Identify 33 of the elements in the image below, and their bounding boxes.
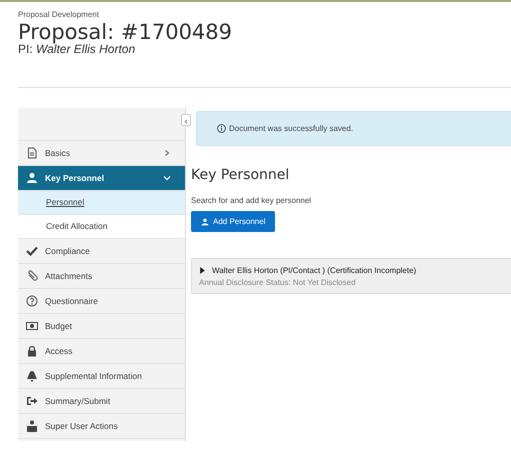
document-icon	[26, 147, 38, 160]
pi-line: PI: Walter Ellis Horton	[18, 43, 136, 56]
bell-icon	[26, 370, 38, 382]
sign-out-icon	[26, 395, 38, 408]
sidebar-item[interactable]: Access	[18, 339, 185, 364]
sidebar-item[interactable]: Summary/Submit	[18, 389, 185, 414]
sidebar-subitem[interactable]: Personnel	[18, 191, 185, 216]
alert-message: Document was successfully saved.	[229, 124, 354, 134]
caret-right-icon[interactable]	[199, 266, 206, 274]
add-personnel-button[interactable]: Add Personnel	[191, 211, 276, 232]
sidebar-item[interactable]: Budget	[18, 314, 185, 340]
sidebar-item[interactable]: Key Personnel	[18, 166, 185, 192]
sidebar-item[interactable]: Questionnaire	[18, 289, 185, 314]
person-icon	[26, 172, 38, 184]
sidebar-item[interactable]: Attachments	[18, 264, 185, 290]
info-icon	[217, 124, 226, 134]
sidebar-item[interactable]: Supplemental Information	[18, 364, 185, 390]
question-circle-icon	[26, 295, 38, 308]
breadcrumb: Proposal Development	[18, 10, 100, 19]
instruction-text: Search for and add key personnel	[191, 196, 312, 206]
sidebar-item[interactable]: Compliance	[18, 239, 185, 264]
paperclip-icon	[26, 270, 38, 282]
sidebar-item[interactable]: Super User Actions	[18, 414, 185, 440]
person-name[interactable]: Walter Ellis Horton (PI/Contact ) (Certification Incomplete)	[212, 266, 416, 275]
sidebar-subitem[interactable]: Credit Allocation	[18, 215, 185, 240]
banknote-icon	[26, 320, 38, 332]
page-title: Proposal: #1700489	[18, 22, 234, 43]
collapse-button[interactable]: ‹	[181, 114, 191, 126]
person-icon	[201, 218, 209, 226]
disclosure-status: Annual Disclosure Status: Not Yet Disclosed	[199, 278, 357, 287]
lock-icon	[26, 345, 38, 358]
section-heading: Key Personnel	[191, 167, 290, 184]
checkmark-icon	[26, 245, 38, 258]
